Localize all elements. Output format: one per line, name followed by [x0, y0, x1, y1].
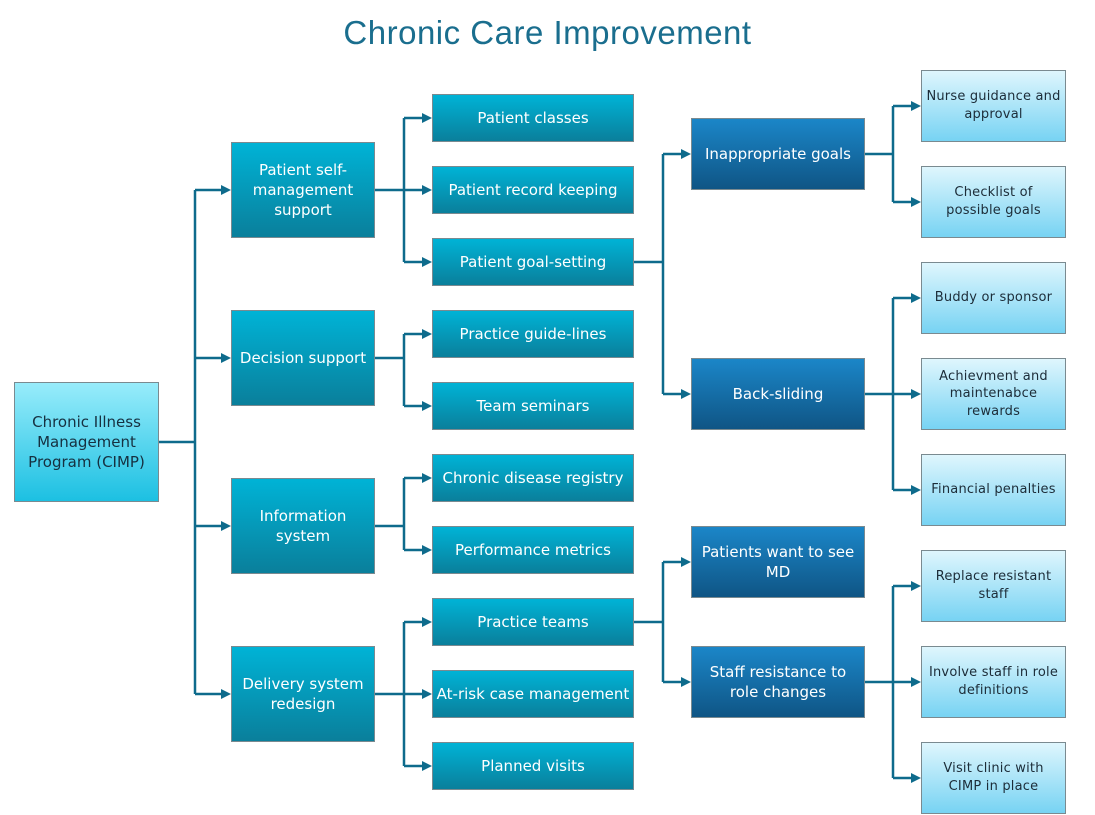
solution-node-rewards: Achievment and maintenabce rewards [921, 358, 1066, 430]
connector-arrowhead [911, 773, 921, 783]
issue-node-staff-resistance: Staff resistance to role changes [691, 646, 865, 718]
node-label: Back-sliding [732, 384, 824, 403]
node-label: Patient self-management support [252, 160, 354, 220]
node-label: Involve staff in role definitions [928, 665, 1059, 698]
connector-arrowhead [681, 677, 691, 687]
connector-arrowhead [422, 185, 432, 195]
connector-arrowhead [911, 197, 921, 207]
connector-arrowhead [422, 113, 432, 123]
solution-node-involve-staff: Involve staff in role definitions [921, 646, 1066, 718]
node-label: Patients want to see MD [701, 542, 855, 581]
node-label: Financial penalties [931, 482, 1056, 498]
node-label: Delivery system redesign [242, 674, 364, 713]
connector-arrowhead [911, 293, 921, 303]
node-label: Patient goal-setting [459, 252, 607, 271]
node-label: Replace resistant staff [935, 569, 1052, 602]
connector-arrowhead [422, 473, 432, 483]
connector-arrowhead [422, 689, 432, 699]
action-node-record-keeping: Patient record keeping [432, 166, 634, 214]
connector-arrowhead [911, 581, 921, 591]
solution-node-replace-staff: Replace resistant staff [921, 550, 1066, 622]
node-label: Patient record keeping [448, 180, 618, 199]
connector-arrowhead [422, 617, 432, 627]
action-node-performance-metrics: Performance metrics [432, 526, 634, 574]
node-label: Team seminars [476, 396, 590, 415]
root-node-cimp: Chronic Illness Management Program (CIMP… [14, 382, 159, 502]
action-node-practice-guidelines: Practice guide-lines [432, 310, 634, 358]
node-label: Performance metrics [455, 540, 611, 559]
node-label: At-risk case management [436, 684, 630, 703]
action-node-practice-teams: Practice teams [432, 598, 634, 646]
connector-arrowhead [911, 101, 921, 111]
connector-arrowhead [422, 329, 432, 339]
node-label: Buddy or sponsor [934, 290, 1053, 306]
category-node-delivery-redesign: Delivery system redesign [231, 646, 375, 742]
node-label: Staff resistance to role changes [709, 662, 847, 701]
connector-arrowhead [221, 521, 231, 531]
connector-arrowhead [221, 185, 231, 195]
connector-arrowhead [681, 557, 691, 567]
node-label: Patient classes [477, 108, 589, 127]
action-node-team-seminars: Team seminars [432, 382, 634, 430]
action-node-planned-visits: Planned visits [432, 742, 634, 790]
connector-arrowhead [221, 689, 231, 699]
connector-arrowhead [422, 257, 432, 267]
category-node-decision-support: Decision support [231, 310, 375, 406]
issue-node-patients-want-md: Patients want to see MD [691, 526, 865, 598]
action-node-goal-setting: Patient goal-setting [432, 238, 634, 286]
connector-arrowhead [911, 389, 921, 399]
node-label: Achievment and maintenabce rewards [939, 368, 1048, 419]
connector-arrowhead [681, 389, 691, 399]
action-node-at-risk-case-management: At-risk case management [432, 670, 634, 718]
solution-node-nurse-guidance: Nurse guidance and approval [921, 70, 1066, 142]
node-label: Chronic disease registry [442, 468, 624, 487]
solution-node-buddy-sponsor: Buddy or sponsor [921, 262, 1066, 334]
node-label: Inappropriate goals [705, 144, 851, 163]
connector-arrowhead [911, 677, 921, 687]
connector-arrowhead [911, 485, 921, 495]
connector-arrowhead [681, 149, 691, 159]
node-label: Practice guide-lines [459, 324, 607, 343]
connector-arrowhead [422, 761, 432, 771]
node-label: Planned visits [481, 756, 585, 775]
solution-node-financial-penalties: Financial penalties [921, 454, 1066, 526]
node-label: Information system [259, 506, 347, 545]
category-node-self-management: Patient self-management support [231, 142, 375, 238]
node-label: Chronic Illness Management Program (CIMP… [28, 412, 145, 472]
connector-arrowhead [221, 353, 231, 363]
issue-node-inappropriate-goals: Inappropriate goals [691, 118, 865, 190]
node-label: Visit clinic with CIMP in place [943, 761, 1044, 794]
action-node-disease-registry: Chronic disease registry [432, 454, 634, 502]
connector-arrowhead [422, 545, 432, 555]
node-label: Decision support [239, 348, 367, 367]
issue-node-back-sliding: Back-sliding [691, 358, 865, 430]
solution-node-visit-clinic: Visit clinic with CIMP in place [921, 742, 1066, 814]
solution-node-checklist: Checklist of possible goals [921, 166, 1066, 238]
connector-arrowhead [422, 401, 432, 411]
action-node-patient-classes: Patient classes [432, 94, 634, 142]
node-label: Nurse guidance and approval [926, 89, 1061, 122]
node-label: Checklist of possible goals [946, 185, 1041, 218]
category-node-information-system: Information system [231, 478, 375, 574]
node-label: Practice teams [477, 612, 589, 631]
